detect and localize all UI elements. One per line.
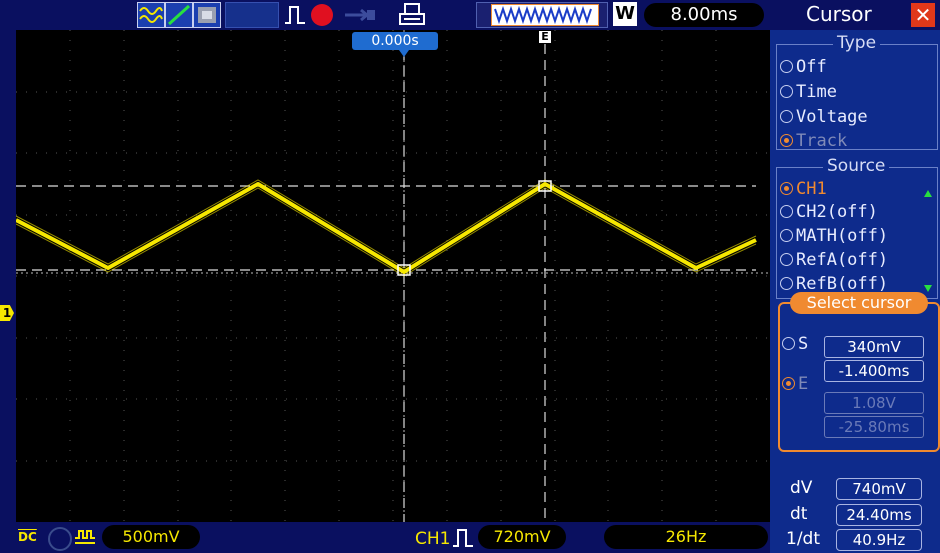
source-option-ch1[interactable]: CH1 [780, 179, 827, 199]
cursor-e-option[interactable]: E [782, 374, 808, 394]
radio-icon [780, 229, 793, 242]
select-cursor-group: Select cursor S E 340mV -1.400ms 1.08V -… [778, 292, 940, 452]
waveform-display[interactable]: 0.000s E [15, 30, 770, 522]
ch1-scale[interactable]: 500mV [102, 525, 200, 549]
waveform-display-icon[interactable] [137, 2, 165, 28]
panel-header: Cursor ✕ [770, 0, 940, 30]
radio-selected-icon [782, 377, 795, 390]
frequency-readout: 26Hz [604, 525, 768, 549]
printer-icon[interactable] [398, 2, 426, 28]
source-option-math[interactable]: MATH(off) [780, 226, 888, 246]
radio-icon [780, 277, 793, 290]
cursor-e-tag[interactable]: E [539, 31, 551, 43]
bw-limit-icon [48, 527, 72, 551]
dt-label: dt [790, 504, 808, 524]
ch1-level-marker[interactable]: 1 [0, 305, 14, 321]
source-option-refb[interactable]: RefB(off) [780, 274, 888, 294]
persist-icon[interactable] [193, 2, 221, 28]
type-group-label: Type [833, 33, 881, 53]
s-voltage-value: 340mV [824, 336, 924, 358]
radio-selected-icon [780, 182, 793, 195]
close-icon[interactable]: ✕ [911, 3, 935, 27]
trigger-mode-badge: W [613, 2, 637, 26]
source-group-label: Source [823, 156, 890, 176]
inv-dt-label: 1/dt [786, 529, 820, 549]
s-time-value: -1.400ms [824, 360, 924, 382]
source-option-ch2[interactable]: CH2(off) [780, 202, 878, 222]
cursor-s-option[interactable]: S [782, 334, 808, 354]
dt-value: 24.40ms [836, 504, 922, 526]
trigger-edge-icon[interactable] [283, 4, 309, 26]
scroll-up-icon[interactable] [924, 190, 932, 197]
dv-value: 740mV [836, 478, 922, 500]
waveform-grid [15, 30, 770, 522]
panel-title: Cursor [806, 2, 872, 26]
empty-slot [225, 2, 279, 28]
select-cursor-label: Select cursor [790, 292, 928, 314]
type-option-time[interactable]: Time [780, 82, 837, 102]
record-icon[interactable] [311, 4, 333, 26]
trigger-level[interactable]: 720mV [478, 525, 566, 549]
cursor-menu-panel: Cursor ✕ Type Off Time Voltage Track Sou… [770, 0, 940, 553]
radio-icon [782, 337, 795, 350]
trigger-position-label[interactable]: 0.000s [352, 32, 438, 50]
e-voltage-value: 1.08V [824, 392, 924, 414]
radio-selected-icon [780, 134, 793, 147]
invert-icon [74, 528, 96, 546]
source-option-refa[interactable]: RefA(off) [780, 250, 888, 270]
inv-dt-value: 40.9Hz [836, 529, 922, 551]
rising-edge-icon [452, 528, 474, 548]
scroll-down-icon[interactable] [924, 285, 932, 292]
coupling-label[interactable]: DC [18, 530, 37, 544]
usb-icon [343, 6, 377, 24]
radio-icon [780, 253, 793, 266]
radio-icon [780, 60, 793, 73]
radio-icon [780, 110, 793, 123]
type-option-track[interactable]: Track [780, 131, 847, 151]
vector-mode-icon[interactable] [165, 2, 193, 28]
type-option-off[interactable]: Off [780, 57, 827, 77]
ch1-trace [15, 182, 757, 274]
bottom-status-bar: DC 500mV CH1 720mV 26Hz [0, 522, 770, 553]
radio-icon [780, 205, 793, 218]
e-time-value: -25.80ms [824, 416, 924, 438]
type-option-voltage[interactable]: Voltage [780, 107, 868, 127]
trigger-position-pointer [399, 50, 409, 57]
memory-depth-indicator [476, 2, 608, 28]
radio-icon [780, 85, 793, 98]
timebase-value[interactable]: 8.00ms [644, 3, 764, 27]
top-toolbar: W 8.00ms [0, 0, 770, 30]
trigger-source-label: CH1 [415, 529, 451, 549]
dv-label: dV [790, 478, 813, 498]
